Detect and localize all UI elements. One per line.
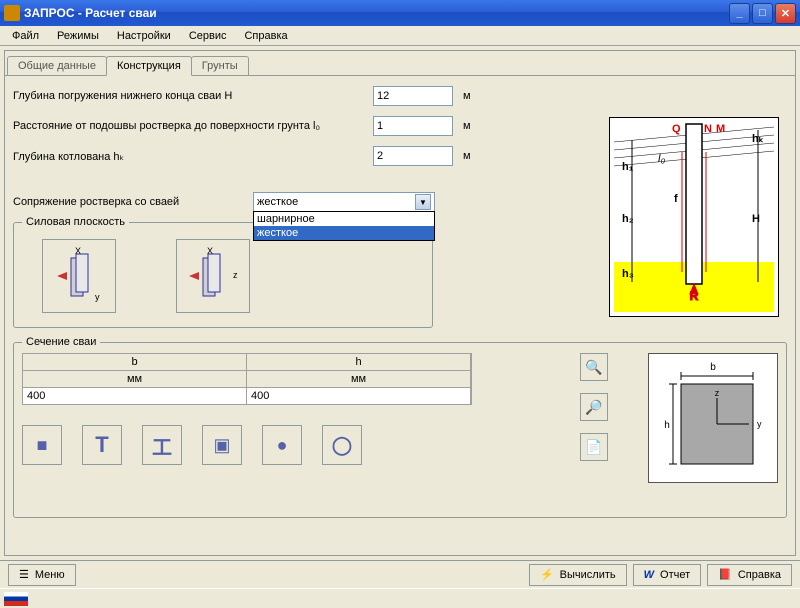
doc-icon: 📄: [585, 439, 602, 456]
minimize-button[interactable]: _: [729, 3, 750, 24]
solidcircle-icon: ●: [277, 435, 288, 456]
svg-text:y: y: [757, 419, 762, 429]
svg-text:X: X: [207, 246, 213, 256]
maximize-button[interactable]: □: [752, 3, 773, 24]
joint-dropdown-value: жесткое: [257, 196, 415, 208]
chevron-down-icon: ▼: [415, 194, 431, 210]
calculate-label: Вычислить: [560, 569, 616, 581]
depth-label: Глубина погружения нижнего конца сваи H: [13, 90, 373, 102]
shape-ibeam-button[interactable]: 工: [142, 425, 182, 465]
menu-service[interactable]: Сервис: [181, 28, 235, 44]
svg-text:b: b: [710, 362, 716, 373]
menu-bar: Файл Режимы Настройки Сервис Справка: [0, 26, 800, 46]
joint-dropdown[interactable]: жесткое ▼: [253, 192, 435, 212]
distance-unit: м: [463, 120, 471, 132]
tab-strip: Общие данные Конструкция Грунты: [7, 55, 795, 75]
svg-text:X: X: [75, 246, 81, 256]
toolbar-menu-button[interactable]: ☰ Меню: [8, 564, 76, 586]
svg-text:z: z: [715, 388, 720, 398]
pit-depth-input[interactable]: [373, 146, 453, 166]
flag-icon: [4, 592, 28, 606]
tab-body: Глубина погружения нижнего конца сваи H …: [5, 75, 795, 526]
shape-ring-button[interactable]: ◯: [322, 425, 362, 465]
status-bar: [0, 588, 800, 608]
force-plane-title: Силовая плоскость: [22, 216, 129, 228]
window-title: ЗАПРОС - Расчет сваи: [24, 6, 729, 20]
help-button[interactable]: 📕 Справка: [707, 564, 792, 586]
depth-input[interactable]: [373, 86, 453, 106]
unit-header-h: мм: [247, 371, 471, 388]
tab-construction[interactable]: Конструкция: [106, 56, 192, 76]
tab-general[interactable]: Общие данные: [7, 56, 107, 76]
menu-settings[interactable]: Настройки: [109, 28, 179, 44]
document-button[interactable]: 📄: [580, 433, 608, 461]
svg-text:z: z: [233, 270, 238, 280]
square-icon: ■: [37, 435, 48, 456]
unit-header-b: мм: [23, 371, 247, 388]
app-icon: [4, 5, 20, 21]
menu-button-label: Меню: [35, 569, 65, 581]
zoom-icon: 🔍: [585, 359, 602, 376]
svg-text:y: y: [95, 292, 100, 302]
menu-help[interactable]: Справка: [236, 28, 295, 44]
pit-depth-label: Глубина котлована hₖ: [13, 150, 373, 163]
cell-b-value[interactable]: 400: [23, 388, 247, 404]
title-bar: ЗАПРОС - Расчет сваи _ □ ✕: [0, 0, 800, 26]
svg-text:h: h: [664, 420, 670, 431]
zoom-button[interactable]: 🔍: [580, 353, 608, 381]
help-label: Справка: [738, 569, 781, 581]
ibeam-icon: 工: [152, 431, 172, 460]
boxhole-icon: ▣: [213, 435, 230, 456]
col-header-b: b: [23, 354, 247, 371]
joint-option-rigid[interactable]: жесткое: [254, 226, 434, 240]
tab-soils[interactable]: Грунты: [191, 56, 249, 76]
report-icon: W: [644, 569, 654, 581]
calculate-button[interactable]: ⚡ Вычислить: [529, 564, 627, 586]
zoom2-icon: 🔎: [585, 399, 602, 416]
main-panel: Общие данные Конструкция Грунты Глубина …: [4, 50, 796, 556]
tee-icon: T: [95, 432, 108, 458]
cell-h-value[interactable]: 400: [247, 388, 471, 404]
pit-depth-unit: м: [463, 150, 471, 162]
force-plane-xy-button[interactable]: X y: [42, 239, 116, 313]
report-label: Отчет: [660, 569, 690, 581]
section-table: b h мм мм 400 400: [22, 353, 472, 405]
menu-icon: ☰: [19, 568, 29, 581]
shape-solidcircle-button[interactable]: ●: [262, 425, 302, 465]
close-button[interactable]: ✕: [775, 3, 796, 24]
pile-section-title: Сечение сваи: [22, 336, 100, 348]
shape-square-button[interactable]: ■: [22, 425, 62, 465]
shape-boxhole-button[interactable]: ▣: [202, 425, 242, 465]
distance-label: Расстояние от подошвы ростверка до повер…: [13, 120, 373, 132]
bottom-toolbar: ☰ Меню ⚡ Вычислить W Отчет 📕 Справка: [0, 560, 800, 588]
cross-section-diagram: b h z y: [648, 353, 778, 483]
joint-option-hinged[interactable]: шарнирное: [254, 212, 434, 226]
shape-tee-button[interactable]: T: [82, 425, 122, 465]
distance-input[interactable]: [373, 116, 453, 136]
zoom2-button[interactable]: 🔎: [580, 393, 608, 421]
pile-section-group: Сечение сваи b h мм мм 400: [13, 342, 787, 518]
help-icon: 📕: [718, 568, 732, 581]
joint-label: Сопряжение ростверка со сваей: [13, 196, 253, 208]
depth-unit: м: [463, 90, 471, 102]
bolt-icon: ⚡: [540, 568, 554, 581]
force-plane-xz-button[interactable]: X z: [176, 239, 250, 313]
joint-dropdown-list: шарнирное жесткое: [253, 211, 435, 241]
ring-icon: ◯: [332, 435, 352, 456]
menu-modes[interactable]: Режимы: [49, 28, 107, 44]
col-header-h: h: [247, 354, 471, 371]
report-button[interactable]: W Отчет: [633, 564, 702, 586]
menu-file[interactable]: Файл: [4, 28, 47, 44]
